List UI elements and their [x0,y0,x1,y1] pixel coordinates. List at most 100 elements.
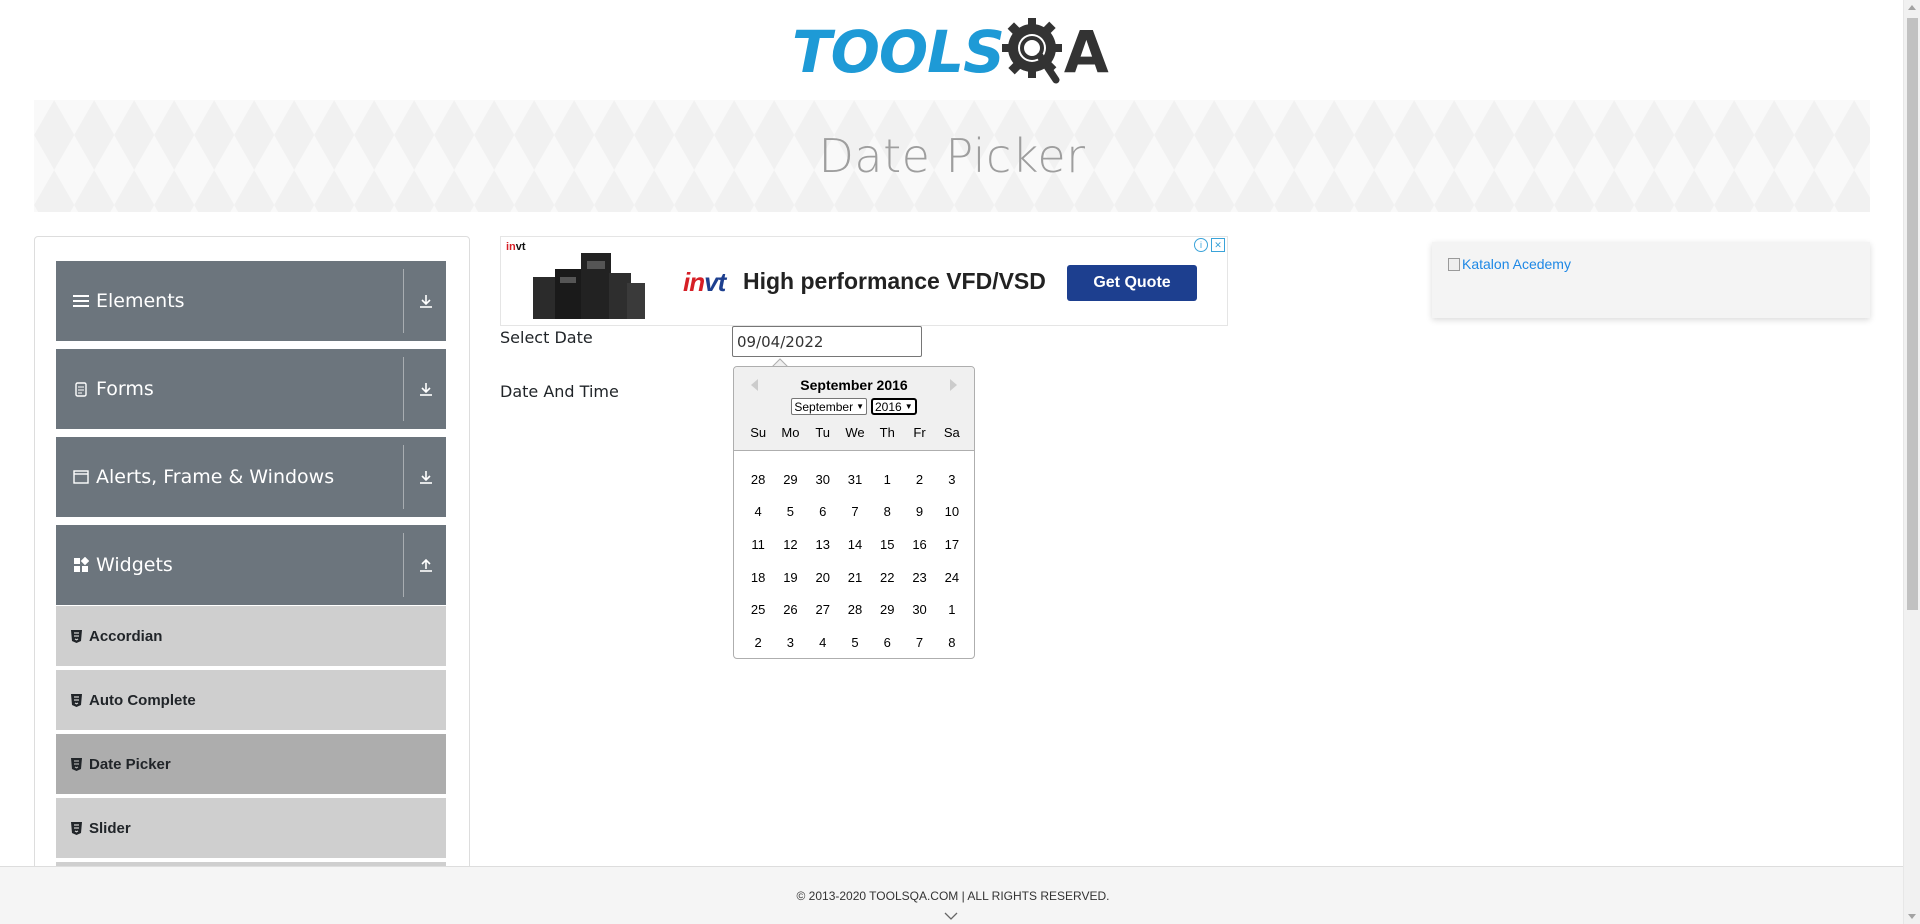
calendar-day[interactable]: 3 [774,635,806,650]
calendar-day[interactable]: 29 [871,602,903,617]
calendar-day[interactable]: 28 [839,602,871,617]
footer: © 2013-2020 TOOLSQA.COM | ALL RIGHTS RES… [0,866,1906,924]
calendar-day[interactable]: 28 [742,472,774,487]
calendar-day[interactable]: 16 [903,537,935,552]
sidebar-group-alerts[interactable]: Alerts, Frame & Windows [56,437,446,517]
calendar-week-row: 18 19 20 21 22 23 24 [742,561,968,594]
calendar-day[interactable]: 7 [839,504,871,519]
year-select[interactable]: 2016 ▼ [871,398,917,415]
chevron-down-icon: ▼ [856,402,864,411]
calendar-day[interactable]: 5 [774,504,806,519]
html5-icon [70,757,82,771]
date-picker-calendar: September 2016 September ▼ 2016 ▼ Su Mo Tu… [733,366,975,659]
sidebar-item-auto-complete[interactable]: Auto Complete [56,670,446,732]
ad-headline: High performance VFD/VSD [743,268,1046,294]
calendar-day[interactable]: 21 [839,570,871,585]
scroll-up-icon[interactable] [1908,5,1916,10]
sidebar-group-label: Alerts, Frame & Windows [96,466,335,488]
sidebar-group-forms[interactable]: Forms [56,349,446,429]
calendar-day[interactable]: 18 [742,570,774,585]
calendar-day[interactable]: 3 [936,472,968,487]
calendar-day[interactable]: 26 [774,602,806,617]
logo-text-tail: A [1063,18,1109,86]
document-icon [72,381,90,397]
calendar-week-row: 28 29 30 31 1 2 3 [742,463,968,496]
calendar-day[interactable]: 14 [839,537,871,552]
ad-info-icon[interactable]: i [1194,238,1208,252]
logo-text: TOOLS [792,18,1005,86]
calendar-day[interactable]: 6 [871,635,903,650]
calendar-day[interactable]: 20 [807,570,839,585]
calendar-selects: September ▼ 2016 ▼ [734,398,974,415]
year-select-value: 2016 [875,399,902,414]
calendar-day[interactable]: 2 [742,635,774,650]
sidebar-item-accordian[interactable]: Accordian [56,606,446,668]
sidebar-advertisement[interactable]: Katalon Acedemy [1432,242,1870,318]
calendar-day[interactable]: 4 [742,504,774,519]
calendar-day[interactable]: 9 [903,504,935,519]
calendar-day[interactable]: 7 [903,635,935,650]
calendar-day[interactable]: 22 [871,570,903,585]
get-quote-button[interactable]: Get Quote [1067,265,1197,301]
calendar-day[interactable]: 29 [774,472,806,487]
page-scrollbar[interactable] [1903,0,1920,924]
sidebar-item-label: Slider [89,819,131,837]
product-image [533,253,645,319]
sidebar-group-label: Elements [96,290,185,312]
scrollbar-thumb[interactable] [1907,18,1918,610]
sidebar-group-widgets[interactable]: Widgets [56,525,446,605]
calendar-day[interactable]: 17 [936,537,968,552]
ad-choices: i ✕ [1194,238,1225,252]
divider [403,533,404,597]
advertisement-banner[interactable]: invt invt High performance VFD/VSD Get Q… [500,236,1228,326]
calendar-day[interactable]: 5 [839,635,871,650]
divider [403,445,404,509]
calendar-day[interactable]: 8 [936,635,968,650]
calendar-day[interactable]: 1 [936,602,968,617]
chevron-down-icon: ▼ [904,402,913,411]
calendar-day[interactable]: 24 [936,570,968,585]
calendar-day[interactable]: 19 [774,570,806,585]
download-arrow-icon[interactable] [414,465,438,489]
calendar-day[interactable]: 10 [936,504,968,519]
sidebar-group-elements[interactable]: Elements [56,261,446,341]
month-select-value: September [794,399,854,414]
download-arrow-icon[interactable] [414,377,438,401]
toolsqa-logo[interactable]: TOOLS A [792,14,1109,90]
chevron-down-icon[interactable] [944,911,958,921]
calendar-day[interactable]: 2 [903,472,935,487]
calendar-day[interactable]: 30 [903,602,935,617]
broken-image-icon [1448,257,1460,271]
weekday-label: Sa [943,425,960,440]
calendar-day[interactable]: 30 [807,472,839,487]
weekday-label: Th [879,425,895,440]
calendar-day[interactable]: 4 [807,635,839,650]
calendar-day[interactable]: 8 [871,504,903,519]
calendar-day[interactable]: 1 [871,472,903,487]
scroll-down-icon[interactable] [1908,914,1916,919]
html5-icon [70,629,82,643]
download-arrow-icon[interactable] [414,289,438,313]
calendar-day[interactable]: 6 [807,504,839,519]
calendar-week-row: 2345678 [742,626,968,659]
html5-icon [70,693,82,707]
sidebar-item-label: Date Picker [89,755,171,773]
calendar-day[interactable]: 25 [742,602,774,617]
month-select[interactable]: September ▼ [791,398,867,415]
calendar-day[interactable]: 11 [742,537,774,552]
calendar-day[interactable]: 13 [807,537,839,552]
calendar-day[interactable]: 12 [774,537,806,552]
calendar-day[interactable]: 27 [807,602,839,617]
upload-arrow-icon[interactable] [414,553,438,577]
select-date-input[interactable] [732,326,922,357]
calendar-day[interactable]: 31 [839,472,871,487]
page-title: Date Picker [818,129,1086,183]
page-banner: Date Picker [34,100,1870,212]
sidebar-item-date-picker[interactable]: Date Picker [56,734,446,796]
sidebar-group-label: Forms [96,378,154,400]
calendar-day[interactable]: 23 [903,570,935,585]
calendar-day[interactable]: 15 [871,537,903,552]
sidebar-item-slider[interactable]: Slider [56,798,446,860]
broken-image-link[interactable]: Katalon Acedemy [1448,256,1571,272]
ad-close-icon[interactable]: ✕ [1211,238,1225,252]
